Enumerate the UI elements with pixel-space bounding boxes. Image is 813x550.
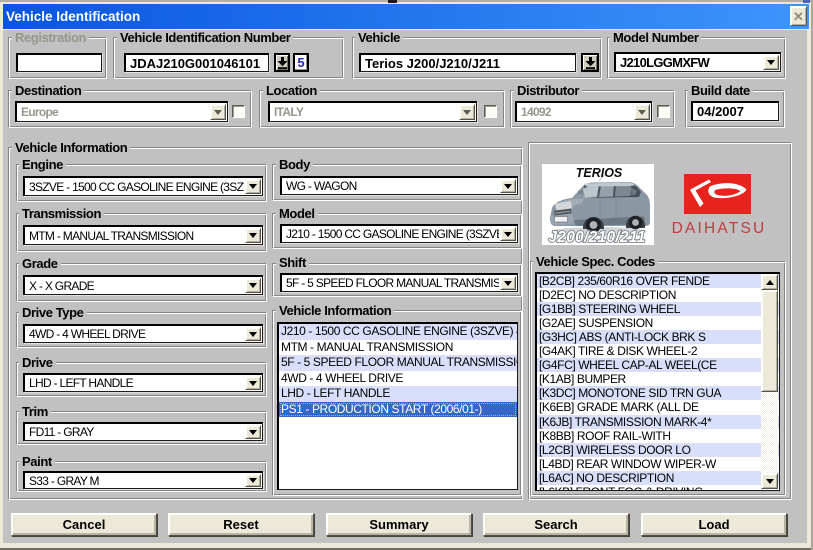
svg-text:J200/210/211: J200/210/211: [548, 229, 645, 245]
svg-text:TERIOS: TERIOS: [576, 166, 623, 180]
